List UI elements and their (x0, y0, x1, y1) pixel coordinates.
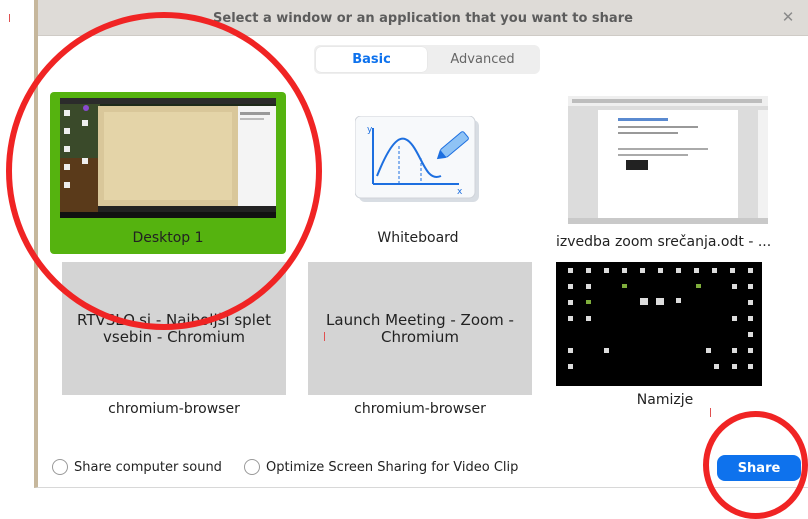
tile-label: chromium-browser (354, 401, 486, 417)
tab-basic[interactable]: Basic (316, 47, 427, 72)
share-button[interactable]: Share (717, 455, 801, 481)
tile-desktop-1[interactable]: Desktop 1 (50, 92, 286, 254)
document-thumbnail (568, 96, 768, 224)
svg-text:y: y (367, 125, 373, 135)
close-icon[interactable]: ✕ (780, 9, 796, 25)
annotation-mark (710, 408, 711, 417)
share-computer-sound-checkbox[interactable] (52, 459, 68, 475)
title-bar: Select a window or an application that y… (38, 0, 808, 36)
share-computer-sound-label: Share computer sound (74, 459, 222, 475)
optimize-video-clip-checkbox[interactable] (244, 459, 260, 475)
window-thumbnail: RTVSLO.si - Najboljši splet vsebin - Chr… (62, 262, 286, 395)
tile-label: izvedba zoom srečanja.odt - ... (556, 234, 772, 250)
desktop-thumbnail (60, 98, 276, 218)
window-thumbnail: Launch Meeting - Zoom - Chromium (308, 262, 532, 395)
tab-advanced[interactable]: Advanced (427, 47, 538, 72)
whiteboard-icon: y x (354, 115, 481, 204)
dialog-title: Select a window or an application that y… (213, 11, 633, 26)
background-desktop-strip (0, 0, 34, 519)
tile-label: chromium-browser (108, 401, 240, 417)
annotation-mark (324, 332, 325, 341)
share-mode-tabs: Basic Advanced (314, 45, 540, 74)
tile-label: Desktop 1 (132, 230, 204, 246)
tile-rtvslo-chromium[interactable]: RTVSLO.si - Najboljši splet vsebin - Chr… (62, 262, 286, 418)
tile-whiteboard[interactable]: y x Whiteboard (328, 100, 508, 250)
namizje-thumbnail (556, 262, 762, 386)
tile-label: Namizje (636, 392, 694, 408)
tile-label: Whiteboard (377, 230, 459, 246)
tile-namizje[interactable]: Namizje (552, 262, 778, 418)
share-computer-sound-option[interactable]: Share computer sound (52, 459, 222, 475)
background-mark (9, 14, 10, 22)
tile-odt-document[interactable]: izvedba zoom srečanja.odt - ... (552, 96, 778, 254)
tile-launch-meeting-chromium[interactable]: Launch Meeting - Zoom - Chromium chromiu… (308, 262, 532, 418)
optimize-video-clip-label: Optimize Screen Sharing for Video Clip (266, 459, 519, 475)
svg-text:x: x (457, 187, 463, 197)
share-screen-dialog: Select a window or an application that y… (34, 0, 808, 488)
optimize-video-clip-option[interactable]: Optimize Screen Sharing for Video Clip (244, 459, 518, 475)
